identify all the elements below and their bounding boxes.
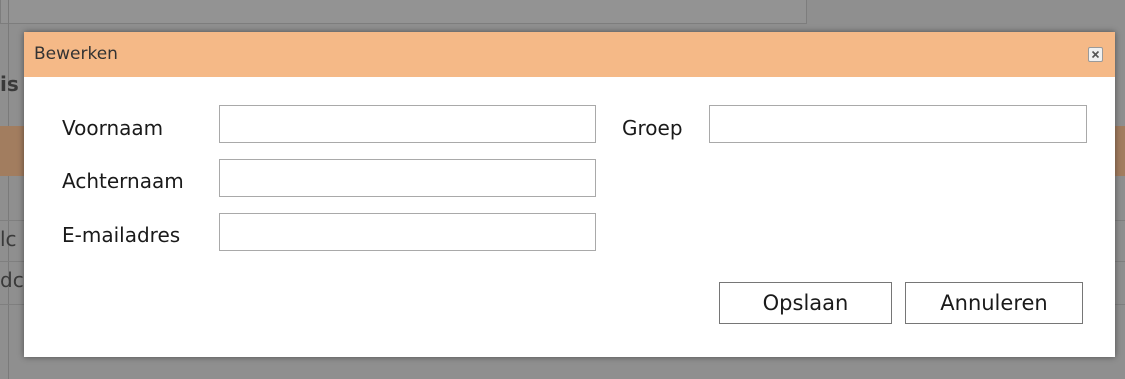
email-input[interactable] — [219, 213, 596, 251]
voornaam-input[interactable] — [219, 105, 596, 143]
dialog-titlebar[interactable]: Bewerken — [24, 32, 1115, 77]
achternaam-input[interactable] — [219, 159, 596, 197]
groep-input[interactable] — [709, 105, 1087, 143]
groep-label: Groep — [622, 116, 683, 140]
close-button[interactable] — [1088, 47, 1103, 62]
background-text-fragment: dc — [0, 268, 24, 292]
close-icon — [1091, 50, 1100, 59]
email-label: E-mailadres — [62, 223, 181, 247]
background-text-fragment: is — [0, 72, 19, 96]
save-button[interactable]: Opslaan — [719, 282, 892, 324]
voornaam-label: Voornaam — [62, 116, 164, 140]
dialog-title: Bewerken — [34, 44, 118, 64]
cancel-button[interactable]: Annuleren — [905, 282, 1083, 324]
background-text-fragment: lc — [0, 227, 17, 251]
edit-dialog: Bewerken Voornaam Achternaam E-mailadres… — [24, 32, 1115, 357]
achternaam-label: Achternaam — [62, 169, 184, 193]
